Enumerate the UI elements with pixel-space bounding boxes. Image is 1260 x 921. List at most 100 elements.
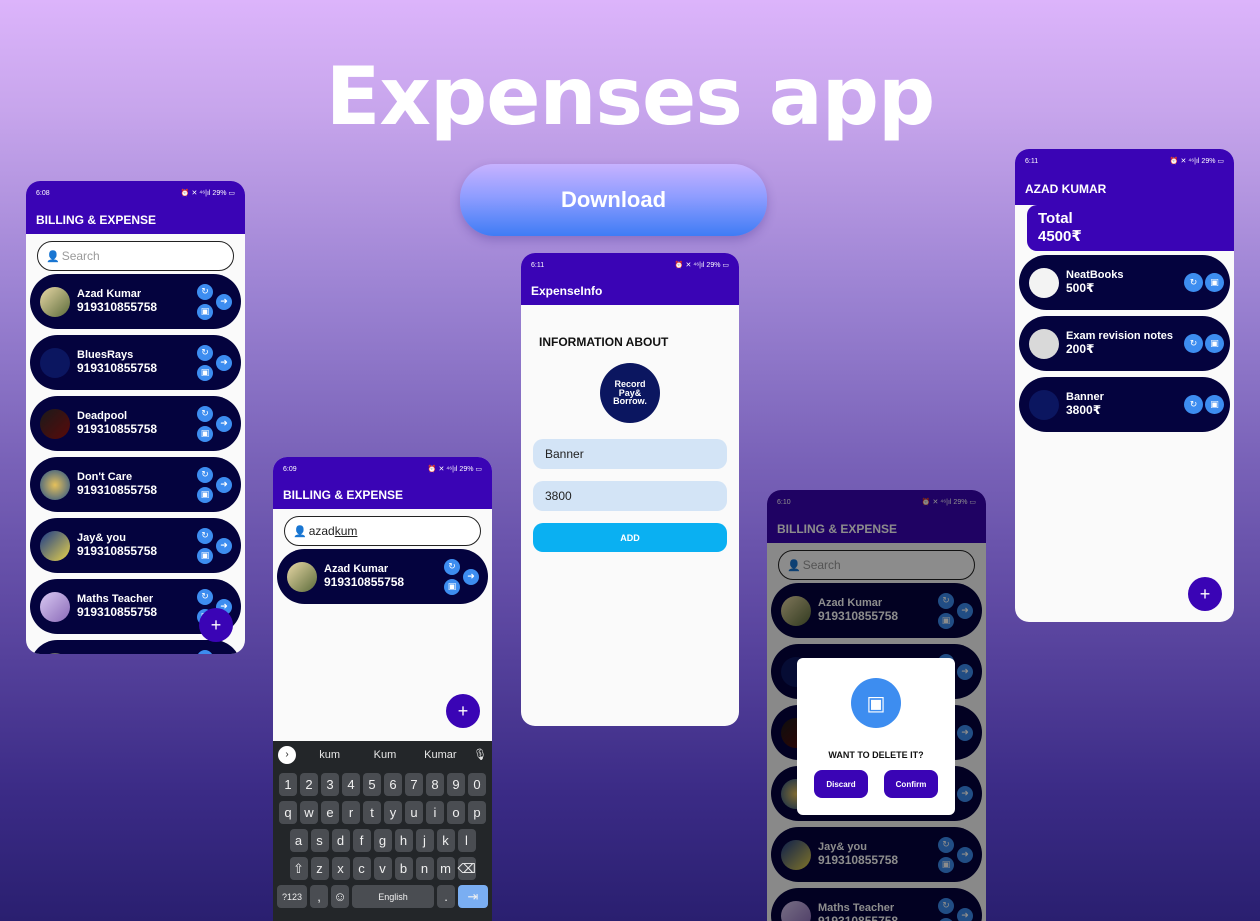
edit-icon[interactable]: ↻ <box>197 588 213 605</box>
delete-icon[interactable]: ▣ <box>197 303 213 320</box>
mic-icon[interactable]: 🎙 <box>468 748 492 761</box>
delete-icon[interactable]: ▣ <box>1205 273 1224 292</box>
key[interactable]: f <box>352 829 371 852</box>
add-contact-fab[interactable]: + <box>199 608 233 642</box>
contact-card[interactable]: Azad Kumar 919310855758 ↻ ▣ ➜ <box>30 274 241 329</box>
key[interactable]: 6 <box>384 773 402 796</box>
contact-card[interactable]: Don't Care 919310855758 ↻ ▣ ➜ <box>30 457 241 512</box>
edit-icon[interactable]: ↻ <box>1184 395 1203 414</box>
key[interactable]: z <box>310 857 329 880</box>
contact-card[interactable]: Deadpool 919310855758 ↻ ▣ ➜ <box>30 396 241 451</box>
key[interactable]: 5 <box>363 773 381 796</box>
key[interactable]: x <box>331 857 350 880</box>
space-key[interactable]: English <box>352 885 434 908</box>
chevron-right-icon[interactable]: › <box>278 745 296 764</box>
key[interactable]: 4 <box>342 773 360 796</box>
add-contact-fab[interactable]: + <box>446 694 480 728</box>
arrow-right-icon[interactable]: ➜ <box>216 476 232 493</box>
key[interactable]: ⌫ <box>457 857 476 880</box>
arrow-right-icon[interactable]: ➜ <box>216 354 232 371</box>
key[interactable]: h <box>394 829 413 852</box>
contact-card[interactable]: Azad Kumar 919310855758 ↻ ▣ ➜ <box>277 549 488 604</box>
delete-icon[interactable]: ▣ <box>444 578 460 595</box>
key[interactable]: d <box>331 829 350 852</box>
discard-button[interactable]: Discard <box>814 770 868 798</box>
arrow-right-icon[interactable]: ➜ <box>216 415 232 432</box>
expense-card[interactable]: NeatBooks 500₹ ↻ ▣ <box>1019 255 1230 310</box>
delete-icon[interactable]: ▣ <box>1205 395 1224 414</box>
add-button[interactable]: ADD <box>533 523 727 552</box>
key[interactable]: p <box>468 801 486 824</box>
phone-delete-dialog: 6:10 ⏰ ✕ ⁴⁶|ıl 29% ▭ BILLING & EXPENSE 👤 S… <box>767 490 986 921</box>
suggestion[interactable]: Kumar <box>413 749 468 761</box>
key[interactable]: w <box>300 801 318 824</box>
key[interactable]: 3 <box>321 773 339 796</box>
key[interactable]: l <box>457 829 476 852</box>
key[interactable]: 8 <box>426 773 444 796</box>
comma-key[interactable]: , <box>310 885 328 908</box>
edit-icon[interactable]: ↻ <box>1184 273 1203 292</box>
key[interactable]: e <box>321 801 339 824</box>
expense-card[interactable]: Exam revision notes 200₹ ↻ ▣ <box>1019 316 1230 371</box>
delete-icon[interactable]: ▣ <box>1205 334 1224 353</box>
arrow-right-icon[interactable]: ➜ <box>216 293 232 310</box>
key[interactable]: 2 <box>300 773 318 796</box>
suggestion[interactable]: kum <box>302 749 357 761</box>
expense-name-field[interactable]: Banner <box>533 439 727 469</box>
key[interactable]: y <box>384 801 402 824</box>
delete-icon[interactable]: ▣ <box>197 547 213 564</box>
edit-icon[interactable]: ↻ <box>197 283 213 300</box>
key[interactable]: ⇧ <box>289 857 308 880</box>
key[interactable]: u <box>405 801 423 824</box>
key[interactable]: j <box>415 829 434 852</box>
key[interactable]: 1 <box>279 773 297 796</box>
key[interactable]: 0 <box>468 773 486 796</box>
key[interactable]: q <box>279 801 297 824</box>
key[interactable]: c <box>352 857 371 880</box>
key[interactable]: s <box>310 829 329 852</box>
suggestion[interactable]: Kum <box>357 749 412 761</box>
key[interactable]: 9 <box>447 773 465 796</box>
key[interactable]: b <box>394 857 413 880</box>
edit-icon[interactable]: ↻ <box>197 405 213 422</box>
key[interactable]: 7 <box>405 773 423 796</box>
edit-icon[interactable]: ↻ <box>197 649 213 654</box>
confirm-button[interactable]: Confirm <box>884 770 938 798</box>
key[interactable]: i <box>426 801 444 824</box>
contact-card[interactable]: BluesRays 919310855758 ↻ ▣ ➜ <box>30 335 241 390</box>
expense-card[interactable]: Banner 3800₹ ↻ ▣ <box>1019 377 1230 432</box>
edit-icon[interactable]: ↻ <box>1184 334 1203 353</box>
delete-icon[interactable]: ▣ <box>197 364 213 381</box>
key[interactable]: g <box>373 829 392 852</box>
edit-icon[interactable]: ↻ <box>197 344 213 361</box>
search-input[interactable]: 👤 Search <box>37 241 234 271</box>
search-input[interactable]: 👤 azad kum <box>284 516 481 546</box>
download-button[interactable]: Download <box>460 164 767 236</box>
contact-card[interactable]: Jay& you 919310855758 ↻ ▣ ➜ <box>30 518 241 573</box>
key[interactable]: t <box>363 801 381 824</box>
delete-icon[interactable]: ▣ <box>197 486 213 503</box>
emoji-key[interactable]: ☺ <box>331 885 349 908</box>
edit-icon[interactable]: ↻ <box>197 527 213 544</box>
expense-amount-field[interactable]: 3800 <box>533 481 727 511</box>
edit-icon[interactable]: ↻ <box>197 466 213 483</box>
arrow-right-icon[interactable]: ➜ <box>216 537 232 554</box>
key[interactable]: k <box>436 829 455 852</box>
expense-image <box>1029 328 1059 359</box>
key[interactable]: n <box>415 857 434 880</box>
delete-icon[interactable]: ▣ <box>197 425 213 442</box>
add-expense-fab[interactable]: + <box>1188 577 1222 611</box>
key[interactable]: a <box>289 829 308 852</box>
arrow-right-icon[interactable]: ➜ <box>463 568 479 585</box>
enter-key[interactable]: ⇥ <box>458 885 488 908</box>
status-indicators: ⏰ ✕ ⁴⁶|ıl 29% ▭ <box>1169 158 1224 165</box>
key[interactable]: r <box>342 801 360 824</box>
symbols-key[interactable]: ?123 <box>277 885 307 908</box>
key[interactable]: v <box>373 857 392 880</box>
key[interactable]: m <box>436 857 455 880</box>
contact-card[interactable]: Ninja↻▣➜ <box>30 640 241 654</box>
edit-icon[interactable]: ↻ <box>444 558 460 575</box>
key[interactable]: o <box>447 801 465 824</box>
period-key[interactable]: . <box>437 885 455 908</box>
keyboard: › kum Kum Kumar 🎙 1234567890 qwertyuiop … <box>273 741 492 921</box>
